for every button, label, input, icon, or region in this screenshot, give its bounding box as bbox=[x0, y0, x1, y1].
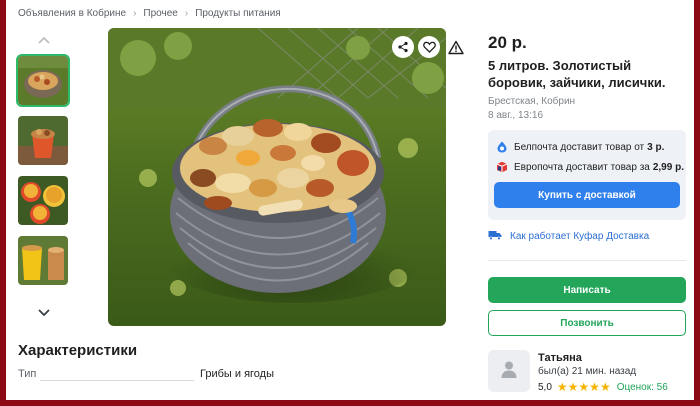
photo-thumbnail-3[interactable] bbox=[18, 176, 68, 225]
belpochta-logo-icon bbox=[496, 141, 508, 153]
truck-icon bbox=[488, 230, 502, 243]
europochta-text: Европочта доставит товар за bbox=[514, 161, 650, 173]
breadcrumb: Объявления в Кобрине › Прочее › Продукты… bbox=[18, 8, 281, 19]
photo-thumbnail-2[interactable] bbox=[18, 116, 68, 165]
seller-name[interactable]: Татьяна bbox=[538, 352, 582, 364]
europochta-logo-icon bbox=[496, 161, 508, 173]
seller-rating: 5,0 ★★★★★ Оценок: 56 bbox=[538, 380, 668, 394]
user-icon bbox=[499, 359, 519, 384]
breadcrumb-separator: › bbox=[133, 8, 137, 19]
chevron-up-icon[interactable] bbox=[36, 34, 52, 46]
listing-title: 5 литров. Золотистый боровик, зайчики, л… bbox=[488, 58, 666, 90]
listing-location: Брестская, Кобрин bbox=[488, 96, 576, 107]
photo-thumbnail-4[interactable] bbox=[18, 236, 68, 285]
rating-value: 5,0 bbox=[538, 381, 552, 393]
characteristic-row: Тип Грибы и ягоды bbox=[18, 366, 278, 382]
avatar[interactable] bbox=[488, 350, 530, 392]
characteristic-value: Грибы и ягоды bbox=[200, 368, 274, 380]
characteristic-divider bbox=[40, 380, 194, 381]
warning-icon[interactable] bbox=[446, 37, 466, 57]
delivery-panel: Белпочта доставит товар от 3 р. Европочт… bbox=[488, 130, 686, 220]
star-icon: ★★★★★ bbox=[556, 380, 611, 394]
chevron-down-icon[interactable] bbox=[36, 306, 52, 318]
heart-icon[interactable] bbox=[418, 36, 440, 58]
listing-date: 8 авг., 13:16 bbox=[488, 110, 543, 121]
write-message-button[interactable]: Написать bbox=[488, 277, 686, 303]
call-button[interactable]: Позвонить bbox=[488, 310, 686, 336]
characteristic-label: Тип bbox=[18, 368, 37, 380]
breadcrumb-separator: › bbox=[184, 8, 189, 19]
main-photo[interactable] bbox=[108, 28, 446, 326]
breadcrumb-item-kobrin[interactable]: Объявления в Кобрине bbox=[18, 8, 126, 19]
belpochta-price: 3 р. bbox=[647, 141, 665, 153]
how-delivery-works-link[interactable]: Как работает Куфар Доставка bbox=[488, 230, 649, 243]
share-icon[interactable] bbox=[392, 36, 414, 58]
section-divider bbox=[488, 260, 686, 261]
europochta-price: 2,99 р. bbox=[652, 161, 684, 173]
breadcrumb-item-other[interactable]: Прочее bbox=[143, 8, 177, 19]
listing-price: 20 р. bbox=[488, 33, 527, 52]
europochta-delivery-line: Европочта доставит товар за 2,99 р. bbox=[496, 161, 684, 173]
how-delivery-works-text: Как работает Куфар Доставка bbox=[510, 231, 650, 242]
reviews-link[interactable]: Оценок: 56 bbox=[617, 382, 668, 393]
photo-thumbnail-1[interactable] bbox=[16, 54, 70, 107]
buy-with-delivery-button[interactable]: Купить с доставкой bbox=[494, 182, 680, 208]
belpochta-text: Белпочта доставит товар от bbox=[514, 141, 645, 153]
characteristics-title: Характеристики bbox=[18, 342, 138, 359]
listing-page: Объявления в Кобрине › Прочее › Продукты… bbox=[6, 0, 694, 400]
belpochta-delivery-line: Белпочта доставит товар от 3 р. bbox=[496, 141, 664, 153]
seller-last-seen: был(а) 21 мин. назад bbox=[538, 366, 637, 377]
breadcrumb-item-food[interactable]: Продукты питания bbox=[195, 8, 281, 19]
